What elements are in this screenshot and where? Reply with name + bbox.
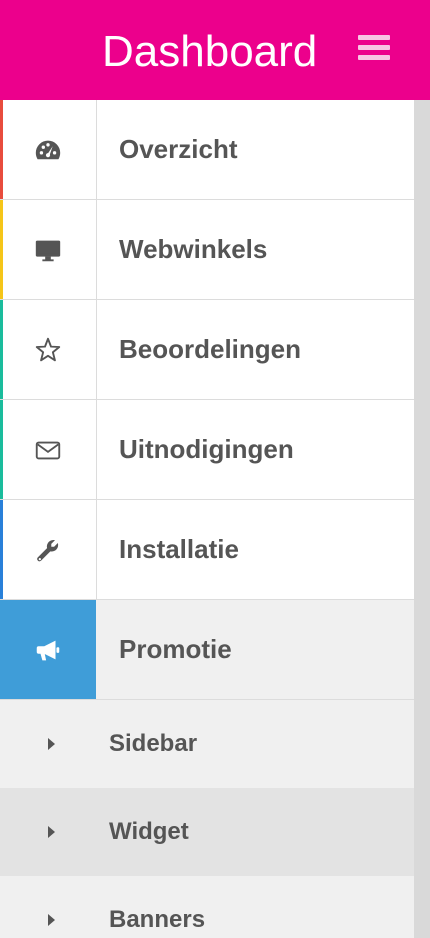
sidebar-item-label: Webwinkels (119, 234, 268, 264)
wrench-icon (0, 500, 97, 599)
submenu-item-sidebar[interactable]: Sidebar (0, 700, 414, 788)
caret-right-icon (48, 914, 55, 926)
sidebar-item-beoordelingen[interactable]: Beoordelingen (0, 300, 414, 400)
submenu-item-label: Widget (109, 818, 189, 845)
sidebar-item-installatie[interactable]: Installatie (0, 500, 414, 600)
star-icon (0, 300, 97, 399)
hamburger-icon[interactable] (358, 35, 390, 63)
sidebar-item-promotie[interactable]: Promotie (0, 600, 414, 700)
sidebar-item-label: Installatie (119, 534, 239, 564)
submenu-promotie: Sidebar Widget Banners (0, 700, 414, 938)
envelope-icon (0, 400, 97, 499)
app-header: Dashboard (0, 0, 430, 100)
caret-right-icon (48, 826, 55, 838)
page-title: Dashboard (102, 27, 318, 76)
sidebar-item-label: Overzicht (119, 134, 238, 164)
submenu-item-banners[interactable]: Banners (0, 876, 414, 938)
sidebar-item-uitnodigingen[interactable]: Uitnodigingen (0, 400, 414, 500)
sidebar-item-overzicht[interactable]: Overzicht (0, 100, 414, 200)
submenu-item-label: Sidebar (109, 730, 198, 757)
sidebar-item-label: Beoordelingen (119, 334, 302, 364)
gauge-icon (0, 100, 97, 199)
sidebar-menu: Overzicht Webwinkels Beoordelingen Uitno… (0, 100, 414, 700)
sidebar-item-label: Promotie (119, 634, 232, 664)
megaphone-icon (0, 600, 96, 699)
submenu-item-widget[interactable]: Widget (0, 788, 414, 876)
submenu-item-label: Banners (109, 906, 206, 933)
monitor-icon (0, 200, 97, 299)
sidebar-item-webwinkels[interactable]: Webwinkels (0, 200, 414, 300)
sidebar-item-label: Uitnodigingen (119, 434, 294, 464)
scrollbar[interactable] (414, 100, 430, 938)
caret-right-icon (48, 738, 55, 750)
